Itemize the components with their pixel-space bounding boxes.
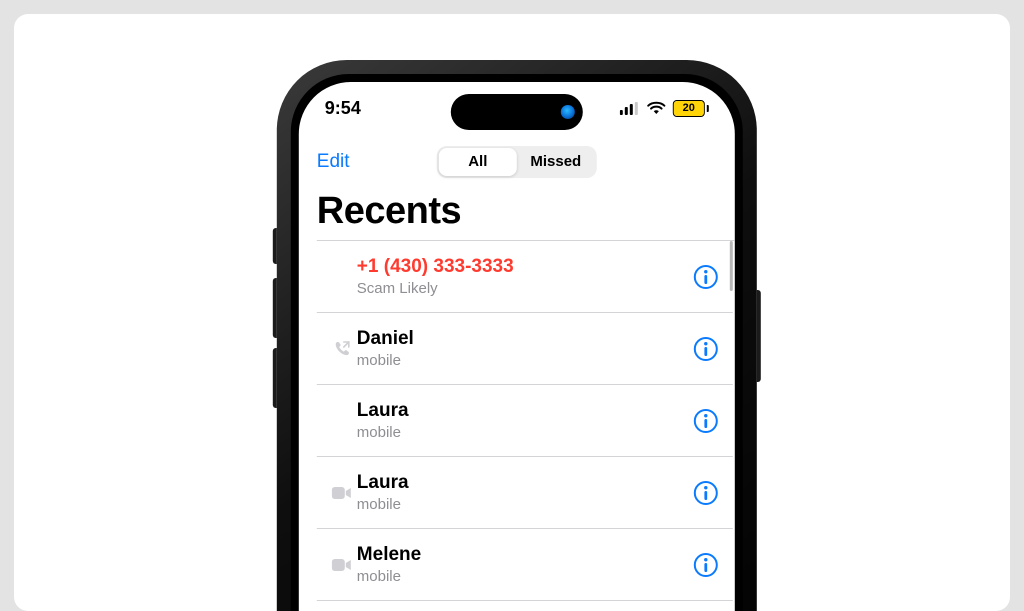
page-title: Recents bbox=[317, 190, 461, 233]
info-button[interactable] bbox=[693, 480, 719, 506]
call-sub: mobile bbox=[357, 568, 685, 586]
call-name: Daniel bbox=[357, 328, 685, 350]
cellular-icon bbox=[620, 102, 640, 115]
call-sub: mobile bbox=[357, 352, 685, 370]
call-row[interactable]: Melene mobile bbox=[317, 529, 733, 601]
power-button bbox=[757, 290, 761, 382]
call-row[interactable]: Daniel mobile bbox=[317, 313, 733, 385]
call-sub: Scam Likely bbox=[357, 280, 685, 298]
wifi-icon bbox=[647, 101, 666, 115]
scroll-indicator[interactable] bbox=[730, 241, 733, 291]
call-name: +1 (430) 333-3333 bbox=[357, 256, 685, 278]
nav-bar: Edit All Missed bbox=[299, 142, 735, 182]
call-row[interactable]: Laura mobile bbox=[317, 385, 733, 457]
info-button[interactable] bbox=[693, 552, 719, 578]
phone-screen: 9:54 bbox=[299, 82, 735, 611]
segmented-control[interactable]: All Missed bbox=[437, 146, 597, 178]
camera-indicator-icon bbox=[561, 105, 575, 119]
image-card: 9:54 bbox=[14, 14, 1010, 611]
battery-level-text: 20 bbox=[674, 101, 704, 116]
status-time: 9:54 bbox=[325, 98, 361, 119]
call-name: Laura bbox=[357, 400, 685, 422]
call-row[interactable]: Laura mobile bbox=[317, 457, 733, 529]
dynamic-island bbox=[451, 94, 583, 130]
call-name: Laura bbox=[357, 472, 685, 494]
call-row[interactable]: +1 (430) 333-3333 Scam Likely bbox=[317, 241, 733, 313]
battery-indicator: 20 bbox=[673, 100, 709, 117]
edit-button[interactable]: Edit bbox=[317, 151, 350, 173]
video-call-icon bbox=[329, 486, 355, 500]
video-call-icon bbox=[329, 558, 355, 572]
info-button[interactable] bbox=[693, 336, 719, 362]
phone-frame: 9:54 bbox=[277, 60, 757, 611]
call-sub: mobile bbox=[357, 424, 685, 442]
recents-list[interactable]: +1 (430) 333-3333 Scam Likely Daniel mob… bbox=[299, 241, 735, 611]
info-button[interactable] bbox=[693, 408, 719, 434]
segment-missed[interactable]: Missed bbox=[517, 148, 595, 176]
outgoing-call-icon bbox=[329, 340, 355, 358]
call-sub: mobile bbox=[357, 496, 685, 514]
info-button[interactable] bbox=[693, 264, 719, 290]
segment-all[interactable]: All bbox=[439, 148, 517, 176]
call-name: Melene bbox=[357, 544, 685, 566]
